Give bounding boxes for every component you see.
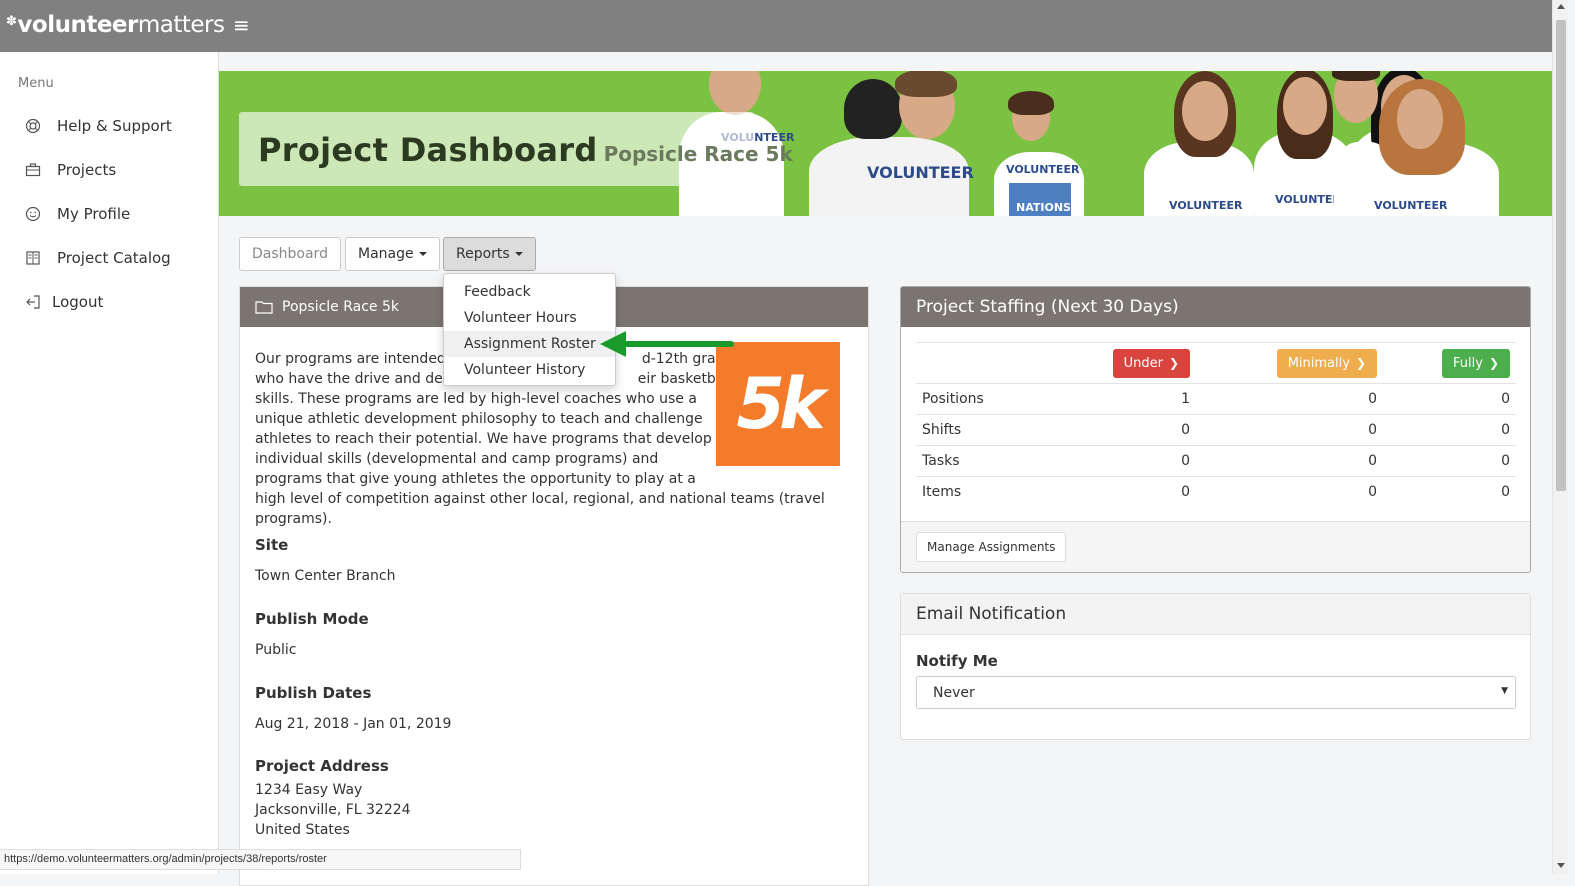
folder-icon [255, 300, 273, 314]
dashboard-button[interactable]: Dashboard [239, 237, 341, 271]
hamburger-menu-icon[interactable]: ≡ [233, 13, 250, 37]
chevron-right-icon: ❯ [1355, 356, 1366, 370]
sidebar-item-label: My Profile [57, 205, 131, 223]
chevron-right-icon: ❯ [1168, 356, 1179, 370]
sidebar-item-label: Projects [57, 161, 117, 179]
logo-bold-text: volunteer [17, 12, 138, 38]
top-bar: ✽volunteermatters ≡ [0, 0, 1552, 52]
email-panel-title: Email Notification [901, 594, 1530, 635]
manage-button-label: Manage [358, 246, 414, 262]
sidebar-item-logout[interactable]: Logout [24, 287, 103, 317]
scroll-up-arrow-icon[interactable] [1557, 4, 1565, 9]
dashboard-button-label: Dashboard [252, 246, 328, 262]
sidebar-item-projects[interactable]: Projects [24, 155, 116, 185]
hero-title-box: Project Dashboard Popsicle Race 5k [239, 112, 793, 186]
logo-light-text: matters [137, 12, 225, 38]
sidebar-item-my-profile[interactable]: My Profile [24, 199, 130, 229]
sidebar-item-project-catalog[interactable]: Project Catalog [24, 243, 171, 273]
project-logo-image: 5k [716, 342, 840, 466]
menu-item-volunteer-history[interactable]: Volunteer History [444, 357, 615, 383]
menu-item-volunteer-hours[interactable]: Volunteer Hours [444, 305, 615, 331]
publish-dates-value: Aug 21, 2018 - Jan 01, 2019 [255, 716, 452, 732]
menu-item-feedback[interactable]: Feedback [444, 279, 615, 305]
brand-logo[interactable]: ✽volunteermatters [6, 12, 225, 38]
page-scrollbar[interactable] [1552, 0, 1568, 874]
smiley-icon [24, 205, 42, 223]
notify-me-select[interactable]: Never ▼ [916, 676, 1516, 709]
email-notification-panel: Email Notification Notify Me Never ▼ [900, 593, 1531, 740]
chevron-right-icon: ❯ [1488, 356, 1499, 370]
minimally-filter-button[interactable]: Minimally ❯ [1276, 348, 1377, 378]
sidebar-item-label: Help & Support [57, 117, 172, 135]
site-label: Site [255, 536, 289, 554]
staffing-panel-title: Project Staffing (Next 30 Days) [901, 287, 1530, 327]
manage-assignments-button[interactable]: Manage Assignments [916, 532, 1067, 562]
notify-me-label: Notify Me [916, 652, 998, 670]
project-address-value: 1234 Easy Way Jacksonville, FL 32224 Uni… [255, 782, 411, 838]
staffing-table: Under ❯ Minimally ❯ Fully ❯ Positions 1 0 0… [916, 342, 1516, 508]
staffing-panel-footer: Manage Assignments [901, 521, 1530, 572]
lifebuoy-icon [24, 117, 42, 135]
table-row: Positions 1 0 0 [916, 383, 1516, 415]
project-address-label: Project Address [255, 757, 389, 775]
sidebar-item-label: Logout [52, 293, 104, 311]
menu-item-assignment-roster[interactable]: Assignment Roster [444, 331, 615, 357]
manage-dropdown-button[interactable]: Manage [345, 237, 440, 271]
fully-filter-button[interactable]: Fully ❯ [1442, 348, 1510, 378]
select-arrow-icon: ▼ [1501, 686, 1508, 696]
browser-status-url: https://demo.volunteermatters.org/admin/… [0, 849, 521, 870]
paw-icon: ✽ [6, 14, 17, 29]
publish-dates-label: Publish Dates [255, 684, 372, 702]
page-title: Project Dashboard Popsicle Race 5k [258, 131, 793, 169]
publish-mode-label: Publish Mode [255, 610, 369, 628]
table-row: Tasks 0 0 0 [916, 445, 1516, 477]
pointer-arrow-icon [600, 331, 734, 357]
sidebar-title: Menu [18, 76, 54, 91]
project-logo-text: 5k [736, 363, 825, 445]
table-row: Shifts 0 0 0 [916, 414, 1516, 446]
under-filter-button[interactable]: Under ❯ [1112, 348, 1190, 378]
publish-mode-value: Public [255, 642, 297, 658]
logout-icon [24, 293, 42, 311]
project-staffing-panel: Project Staffing (Next 30 Days) Under ❯ M… [900, 286, 1531, 573]
sidebar-item-label: Project Catalog [57, 249, 171, 267]
caret-down-icon [418, 252, 427, 256]
hero-banner: VOLUNTEER VOLUNTEER VOLUNTEER NATIONS VO… [219, 71, 1552, 216]
reports-dropdown-button[interactable]: Reports [443, 237, 536, 271]
caret-down-icon [514, 252, 523, 256]
briefcase-icon [24, 161, 42, 179]
sidebar: Menu Help & Support Projects My Profile … [0, 52, 219, 874]
reports-button-label: Reports [456, 246, 510, 262]
book-icon [24, 249, 42, 267]
scrollbar-thumb[interactable] [1556, 20, 1566, 491]
table-row: Items 0 0 0 [916, 476, 1516, 508]
page-subtitle: Popsicle Race 5k [603, 142, 793, 166]
site-value: Town Center Branch [255, 568, 396, 584]
sidebar-item-help-support[interactable]: Help & Support [24, 111, 172, 141]
reports-dropdown-menu: Feedback Volunteer Hours Assignment Rost… [443, 273, 616, 386]
notify-me-selected-value: Never [933, 684, 975, 701]
scroll-down-arrow-icon[interactable] [1557, 863, 1565, 868]
project-panel-title: Popsicle Race 5k [282, 299, 400, 315]
